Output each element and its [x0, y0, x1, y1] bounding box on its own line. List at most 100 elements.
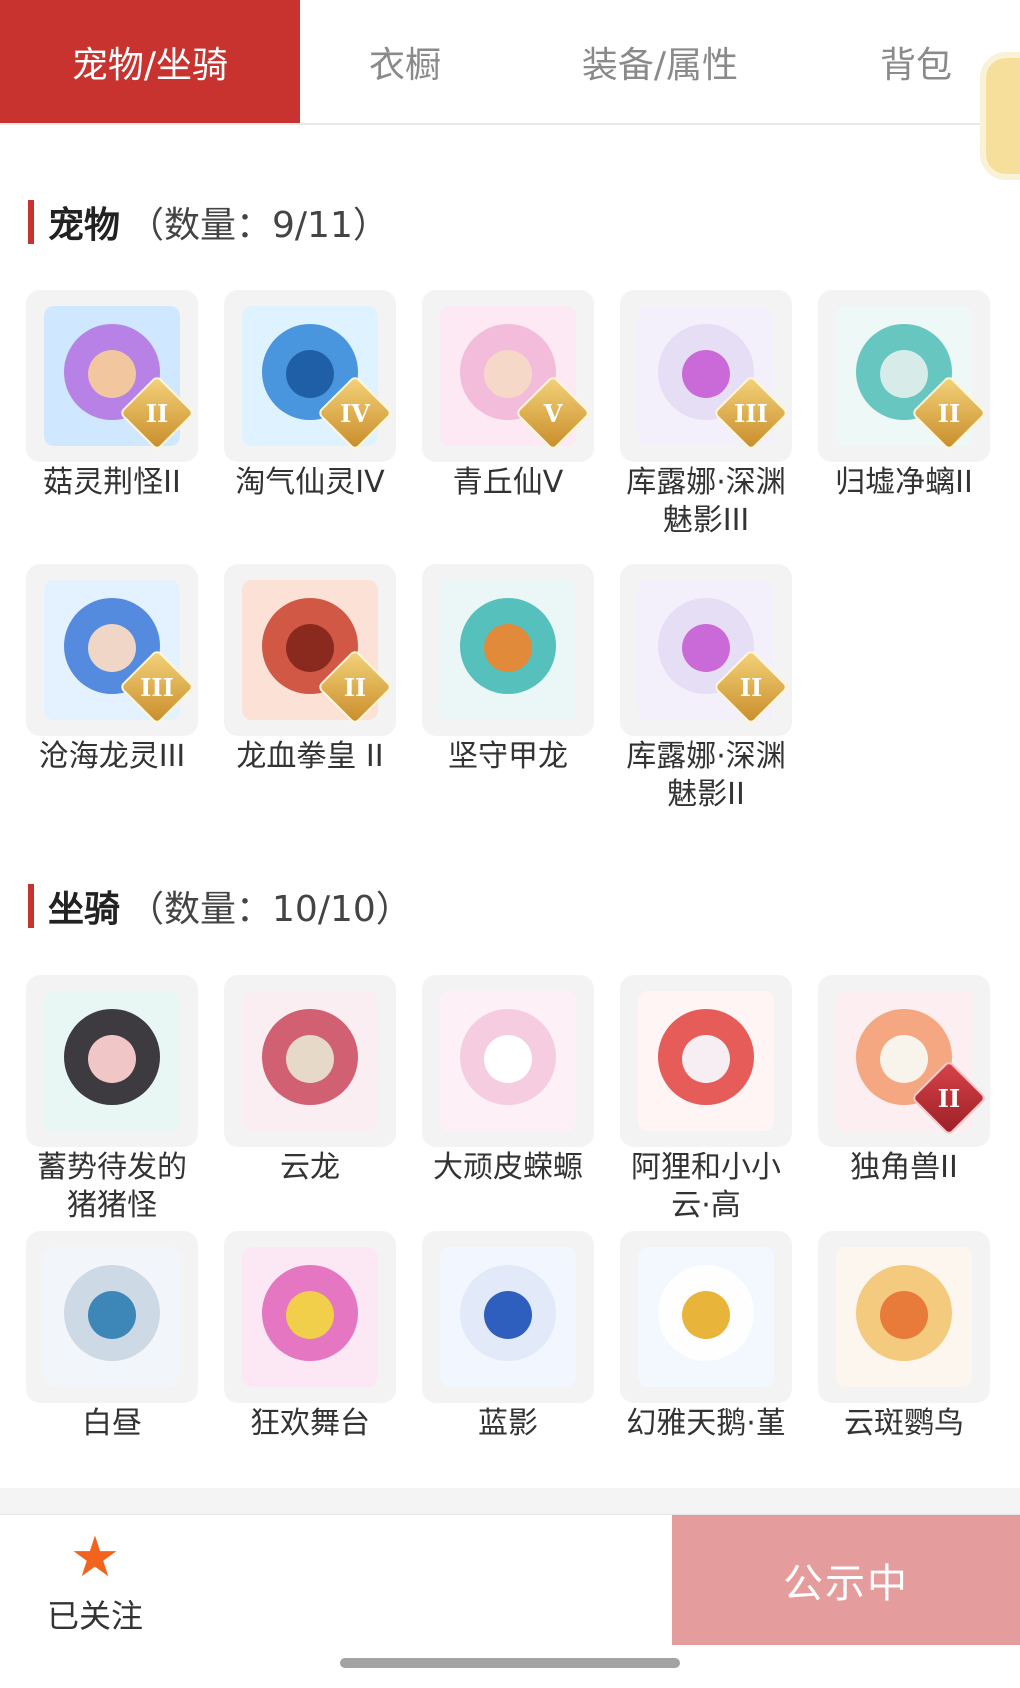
- item-name: 菇灵荆怪II: [43, 465, 181, 500]
- follow-label: 已关注: [46, 1597, 143, 1635]
- collection-item[interactable]: 狂欢舞台: [224, 1231, 398, 1443]
- item-thumbnail: [818, 1231, 990, 1403]
- item-artwork: [440, 1247, 576, 1387]
- collection-item[interactable]: 大顽皮蝾螈: [422, 975, 596, 1187]
- artwork-shape: [880, 350, 928, 398]
- collection-item[interactable]: II 菇灵荆怪II: [26, 290, 200, 502]
- side-drawer-handle[interactable]: [980, 52, 1020, 180]
- tab-pets-mounts[interactable]: 宠物/坐骑: [0, 0, 300, 123]
- item-name: 坚守甲龙: [448, 739, 568, 774]
- item-name: 沧海龙灵III: [38, 739, 186, 774]
- public-notice-button[interactable]: 公示中: [672, 1515, 1020, 1645]
- rank-badge-label: II: [343, 672, 367, 702]
- item-thumbnail: [620, 975, 792, 1147]
- collection-item[interactable]: 阿狸和小小云·高: [620, 975, 794, 1225]
- item-thumbnail: [422, 1231, 594, 1403]
- item-name: 淘气仙灵IV: [235, 465, 385, 500]
- rank-badge-label: II: [145, 398, 169, 428]
- artwork-shape: [682, 624, 730, 672]
- collection-item[interactable]: 蓄势待发的猪猪怪: [26, 975, 200, 1225]
- divider-band: [0, 1488, 1020, 1514]
- rank-badge-label: II: [739, 672, 763, 702]
- pets-section-title: 宠物: [48, 205, 121, 246]
- artwork-shape: [88, 624, 136, 672]
- collection-item[interactable]: 云龙: [224, 975, 398, 1187]
- artwork-shape: [484, 1035, 532, 1083]
- item-thumbnail: [422, 564, 594, 736]
- item-name: 云龙: [280, 1150, 340, 1185]
- item-artwork: [638, 991, 774, 1131]
- item-thumbnail: [26, 1231, 198, 1403]
- home-indicator[interactable]: [340, 1658, 680, 1668]
- artwork-shape: [682, 1291, 730, 1339]
- item-artwork: [440, 580, 576, 720]
- mounts-section-header: 坐骑 （数量：10/10）: [28, 884, 412, 930]
- collection-item[interactable]: IV 淘气仙灵IV: [224, 290, 398, 502]
- rank-badge-label: III: [140, 672, 174, 702]
- item-name: 独角兽II: [850, 1150, 958, 1185]
- collection-item[interactable]: II 库露娜·深渊魅影II: [620, 564, 794, 814]
- item-thumbnail: III: [26, 564, 198, 736]
- item-name: 白昼: [82, 1406, 142, 1441]
- artwork-shape: [286, 1291, 334, 1339]
- artwork-shape: [88, 1035, 136, 1083]
- artwork-shape: [484, 624, 532, 672]
- artwork-shape: [286, 350, 334, 398]
- tab-wardrobe[interactable]: 衣橱: [300, 0, 510, 123]
- collection-item[interactable]: III 沧海龙灵III: [26, 564, 200, 776]
- item-thumbnail: [224, 1231, 396, 1403]
- item-artwork: [44, 991, 180, 1131]
- follow-button[interactable]: ★ 已关注: [30, 1525, 160, 1637]
- collection-item[interactable]: III 库露娜·深渊魅影III: [620, 290, 794, 540]
- item-name: 阿狸和小小云·高: [631, 1150, 781, 1223]
- item-thumbnail: II: [224, 564, 396, 736]
- item-thumbnail: [620, 1231, 792, 1403]
- collection-item[interactable]: 坚守甲龙: [422, 564, 596, 776]
- item-name: 青丘仙V: [452, 465, 564, 500]
- mounts-section-count: （数量：10/10）: [128, 889, 412, 930]
- item-name: 蓄势待发的猪猪怪: [37, 1150, 187, 1223]
- artwork-shape: [286, 624, 334, 672]
- collection-item[interactable]: 蓝影: [422, 1231, 596, 1443]
- item-name: 云斑鹦鸟: [844, 1406, 964, 1441]
- item-thumbnail: IV: [224, 290, 396, 462]
- artwork-shape: [484, 1291, 532, 1339]
- item-name: 库露娜·深渊魅影II: [626, 739, 786, 812]
- item-artwork: [44, 1247, 180, 1387]
- artwork-shape: [880, 1291, 928, 1339]
- item-thumbnail: V: [422, 290, 594, 462]
- rank-badge-label: V: [543, 398, 563, 428]
- item-thumbnail: [26, 975, 198, 1147]
- item-name: 大顽皮蝾螈: [433, 1150, 583, 1185]
- app-screen: 宠物/坐骑 衣橱 装备/属性 背包 宠物 （数量：9/11） II 菇灵荆怪II I…: [0, 0, 1020, 1688]
- item-thumbnail: [422, 975, 594, 1147]
- collection-item[interactable]: II 归墟净螭II: [818, 290, 992, 502]
- item-name: 蓝影: [478, 1406, 538, 1441]
- artwork-shape: [88, 350, 136, 398]
- rank-badge-label: II: [937, 398, 961, 428]
- star-icon: ★: [69, 1525, 121, 1590]
- rank-badge-label: III: [734, 398, 768, 428]
- item-name: 归墟净螭II: [835, 465, 973, 500]
- artwork-shape: [682, 1035, 730, 1083]
- item-name: 狂欢舞台: [250, 1406, 370, 1441]
- item-thumbnail: II: [26, 290, 198, 462]
- mounts-section-title: 坐骑: [48, 889, 121, 930]
- rank-badge-label: II: [937, 1083, 961, 1113]
- artwork-shape: [88, 1291, 136, 1339]
- tab-bar: 宠物/坐骑 衣橱 装备/属性 背包: [0, 0, 1020, 125]
- artwork-shape: [682, 350, 730, 398]
- collection-item[interactable]: II 龙血拳皇 II: [224, 564, 398, 776]
- item-thumbnail: III: [620, 290, 792, 462]
- item-artwork: [638, 1247, 774, 1387]
- item-thumbnail: [224, 975, 396, 1147]
- collection-item[interactable]: 幻雅天鹅·堇: [620, 1231, 794, 1443]
- collection-item[interactable]: 白昼: [26, 1231, 200, 1443]
- collection-item[interactable]: V 青丘仙V: [422, 290, 596, 502]
- collection-item[interactable]: II 独角兽II: [818, 975, 992, 1187]
- artwork-shape: [286, 1035, 334, 1083]
- collection-item[interactable]: 云斑鹦鸟: [818, 1231, 992, 1443]
- tab-equipment-attributes[interactable]: 装备/属性: [510, 0, 810, 123]
- artwork-shape: [484, 350, 532, 398]
- rank-badge-label: IV: [340, 398, 370, 428]
